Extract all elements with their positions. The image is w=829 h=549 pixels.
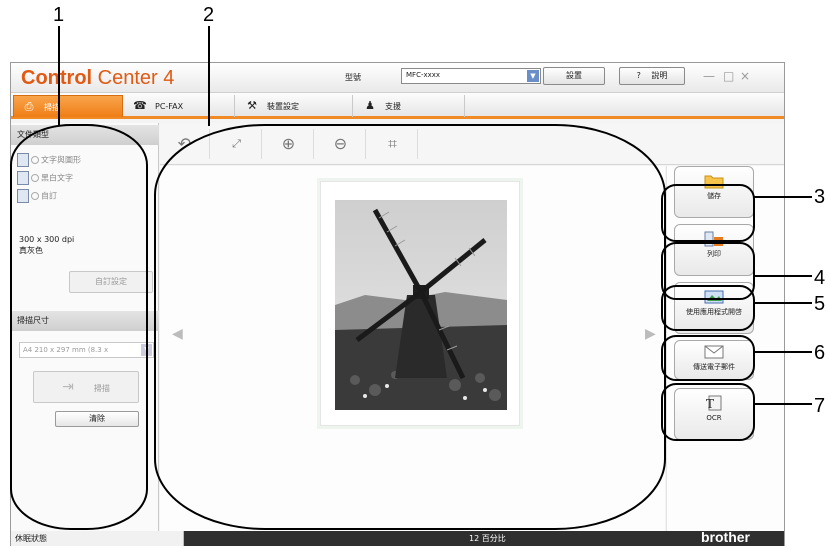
callout-6: 6 <box>814 342 826 364</box>
bw-text-doc-icon <box>17 171 29 185</box>
support-person-icon: ♟ <box>365 99 375 112</box>
scanned-page-thumbnail[interactable] <box>320 181 520 426</box>
callout-5: 5 <box>814 293 826 315</box>
help-button[interactable]: ? 說明 <box>619 67 685 85</box>
scan-size-value: A4 210 x 297 mm (8.3 x <box>23 346 109 354</box>
svg-text:T: T <box>706 397 714 411</box>
scan-button[interactable]: ⇥ 掃描 <box>33 371 139 403</box>
print-icon <box>704 231 723 247</box>
custom-doc-icon <box>17 189 29 203</box>
save-button[interactable]: 儲存 <box>674 166 754 218</box>
scan-arrow-icon: ⇥ <box>62 379 74 395</box>
app-logo: Control Center 4 <box>21 67 174 90</box>
action-panel: 儲存 列印 使用應用程式開啓 傳送電子郵件 T OCR <box>666 166 784 531</box>
callout-7: 7 <box>814 395 826 417</box>
doc-type-label: 黑白文字 <box>41 173 73 183</box>
ocr-icon: T <box>706 395 722 411</box>
preview-toolbar: ↶ ⤢ ⊕ ⊖ ⌗ <box>160 123 784 165</box>
radio-icon <box>31 174 39 182</box>
tab-device-settings-label: 裝置設定 <box>267 102 299 111</box>
radio-icon <box>31 192 39 200</box>
callout-1: 1 <box>53 4 65 26</box>
print-label: 列印 <box>707 250 721 258</box>
title-bar: Control Center 4 型號 MFC-xxxx ▼ 設置 ? 說明 —… <box>11 63 784 93</box>
chevron-down-icon: ▼ <box>527 70 539 82</box>
color-mode-text: 真灰色 <box>19 246 43 255</box>
ocr-button[interactable]: T OCR <box>674 388 754 440</box>
model-label: 型號 <box>345 73 361 82</box>
save-label: 儲存 <box>707 192 721 200</box>
callout-3: 3 <box>814 186 826 208</box>
open-app-icon <box>704 290 724 304</box>
print-button[interactable]: 列印 <box>674 224 754 276</box>
callout-2: 2 <box>203 4 215 26</box>
radio-icon <box>31 156 39 164</box>
scan-button-label: 掃描 <box>93 384 110 393</box>
doc-type-header: 文件類型 <box>11 125 159 145</box>
ocr-label: OCR <box>706 414 722 422</box>
scan-size-header: 掃描尺寸 <box>11 311 159 331</box>
close-icon[interactable]: × <box>740 69 750 83</box>
send-email-button[interactable]: 傳送電子郵件 <box>674 340 754 380</box>
tab-scan[interactable]: ⎙ 掃描 <box>13 95 123 117</box>
open-with-app-label: 使用應用程式開啓 <box>686 308 742 316</box>
help-icon: ? <box>636 71 641 80</box>
custom-settings-button[interactable]: 自訂設定 <box>69 271 153 293</box>
open-with-app-button[interactable]: 使用應用程式開啓 <box>674 282 754 334</box>
model-value: MFC-xxxx <box>406 71 441 79</box>
doc-type-bw-text[interactable]: 黑白文字 <box>17 171 73 187</box>
doc-type-label: 文字與圖形 <box>41 155 81 165</box>
device-status: 休眠狀態 <box>11 531 184 546</box>
scan-settings-panel: 文件類型 文字與圖形 黑白文字 自訂 300 x 300 dpi 真灰色 自訂設… <box>11 123 159 531</box>
folder-icon <box>704 175 724 189</box>
model-select[interactable]: MFC-xxxx ▼ <box>401 68 541 84</box>
status-bar: 休眠狀態 12 百分比 brother <box>11 529 784 546</box>
control-center-window: Control Center 4 型號 MFC-xxxx ▼ 設置 ? 說明 —… <box>10 62 785 546</box>
tools-icon: ⚒ <box>247 99 257 112</box>
doc-type-label: 自訂 <box>41 191 57 201</box>
tab-pc-fax[interactable]: ☎ PC-FAX <box>125 95 235 117</box>
doc-type-text-graphics[interactable]: 文字與圖形 <box>17 153 81 169</box>
maximize-icon[interactable]: □ <box>723 69 734 83</box>
tab-scan-label: 掃描 <box>44 103 60 112</box>
zoom-level: 12 百分比 <box>469 534 506 543</box>
resolution-text: 300 x 300 dpi <box>19 235 75 244</box>
doc-type-custom[interactable]: 自訂 <box>17 189 57 205</box>
scan-size-select[interactable]: A4 210 x 297 mm (8.3 x ▼ <box>19 342 154 358</box>
tab-bar: ⎙ 掃描 ☎ PC-FAX ⚒ 裝置設定 ♟ 支援 <box>11 93 784 119</box>
tab-pc-fax-label: PC-FAX <box>155 102 184 111</box>
fax-icon: ☎ <box>133 99 147 112</box>
send-email-label: 傳送電子郵件 <box>693 363 735 371</box>
scan-preview-area: ◀ ▶ <box>160 166 665 531</box>
text-graphics-doc-icon <box>17 153 29 167</box>
email-icon <box>704 345 724 359</box>
scan-icon: ⎙ <box>24 100 34 113</box>
zoom-out-icon[interactable]: ⊖ <box>316 129 366 159</box>
settings-button[interactable]: 設置 <box>543 67 605 85</box>
tab-support-label: 支援 <box>385 102 401 111</box>
help-label: 說明 <box>651 71 668 80</box>
crop-icon[interactable]: ⌗ <box>368 129 418 159</box>
zoom-in-icon[interactable]: ⊕ <box>264 129 314 159</box>
brother-logo: brother <box>701 529 750 545</box>
next-page-icon[interactable]: ▶ <box>645 326 656 342</box>
chevron-down-icon: ▼ <box>141 344 152 356</box>
rotate-icon[interactable]: ↶ <box>160 129 210 159</box>
fit-icon[interactable]: ⤢ <box>212 129 262 159</box>
logo-bold-text: Control <box>21 67 93 89</box>
logo-thin-text: Center 4 <box>97 67 175 89</box>
tab-support[interactable]: ♟ 支援 <box>355 95 465 117</box>
clear-button[interactable]: 清除 <box>55 411 139 427</box>
tab-device-settings[interactable]: ⚒ 裝置設定 <box>237 95 353 117</box>
minimize-icon[interactable]: — <box>703 69 715 83</box>
previous-page-icon[interactable]: ◀ <box>172 326 183 342</box>
windmill-photo <box>335 200 507 410</box>
callout-4: 4 <box>814 267 826 289</box>
